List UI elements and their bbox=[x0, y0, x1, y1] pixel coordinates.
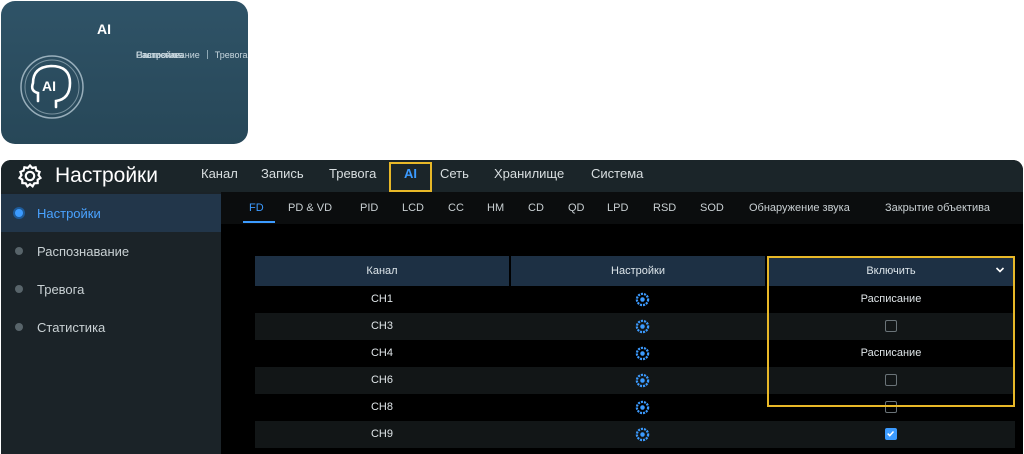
bullet-icon bbox=[15, 209, 23, 217]
tab-fd[interactable]: FD bbox=[249, 192, 264, 224]
gear-icon[interactable] bbox=[635, 292, 650, 307]
ai-head-icon: AI bbox=[20, 55, 84, 119]
sidebar-item-statistics[interactable]: Статистика bbox=[1, 308, 221, 346]
sidebar-item-label: Настройки bbox=[37, 205, 101, 221]
tab-cc[interactable]: CC bbox=[448, 192, 464, 224]
page-title: Настройки bbox=[55, 164, 158, 187]
gear-icon[interactable] bbox=[635, 319, 650, 334]
checkmark-icon bbox=[887, 430, 895, 437]
gear-icon bbox=[17, 163, 43, 188]
channel-cell: CH8 bbox=[370, 401, 393, 413]
nav-system[interactable]: Система bbox=[591, 160, 643, 192]
sidebar-item-label: Статистика bbox=[37, 319, 106, 335]
channel-cell: CH6 bbox=[370, 374, 393, 386]
tab-rsd[interactable]: RSD bbox=[653, 192, 676, 224]
channel-cell: CH3 bbox=[370, 320, 393, 332]
sidebar-item-recognition[interactable]: Распознавание bbox=[1, 232, 221, 270]
highlight-enable-column bbox=[767, 256, 1015, 407]
tab-hm[interactable]: HM bbox=[487, 192, 504, 224]
bullet-icon bbox=[15, 247, 23, 255]
tab-pid[interactable]: PID bbox=[360, 192, 378, 224]
ai-feature-tile[interactable]: AI AI Настройки Распознавание Тревога Ст… bbox=[1, 1, 248, 144]
bullet-icon bbox=[15, 285, 23, 293]
gear-icon[interactable] bbox=[635, 427, 650, 442]
channel-cell: CH9 bbox=[370, 428, 393, 440]
tab-lpd[interactable]: LPD bbox=[607, 192, 628, 224]
tab-qd[interactable]: QD bbox=[568, 192, 585, 224]
sidebar-item-settings[interactable]: Настройки bbox=[1, 194, 221, 232]
tab-lcd[interactable]: LCD bbox=[402, 192, 424, 224]
nav-alarm[interactable]: Тревога bbox=[329, 160, 376, 192]
ai-tile-title: AI bbox=[97, 21, 111, 37]
gear-icon[interactable] bbox=[635, 346, 650, 361]
tab-lens-cover[interactable]: Закрытие объектива bbox=[885, 192, 990, 224]
table-row: CH9 bbox=[255, 421, 1015, 448]
sidebar-item-alarm[interactable]: Тревога bbox=[1, 270, 221, 308]
nav-storage[interactable]: Хранилище bbox=[494, 160, 564, 192]
nav-record[interactable]: Запись bbox=[261, 160, 304, 192]
top-bar: Настройки Канал Запись Тревога AI Сеть Х… bbox=[1, 160, 1023, 192]
channel-cell: CH1 bbox=[370, 293, 393, 305]
enable-checkbox-checked[interactable] bbox=[885, 428, 897, 440]
gear-icon[interactable] bbox=[635, 400, 650, 415]
ai-link-statistics[interactable]: Статистика bbox=[136, 46, 183, 64]
column-header-settings: Настройки bbox=[611, 265, 665, 277]
ai-logo-text: AI bbox=[42, 78, 56, 94]
detection-tabs: FD PD & VD PID LCD CC HM CD QD LPD RSD S… bbox=[221, 192, 1023, 224]
sidebar-item-label: Распознавание bbox=[37, 243, 130, 259]
highlight-ai-tab bbox=[389, 162, 432, 192]
nav-channel[interactable]: Канал bbox=[201, 160, 238, 192]
sidebar-item-label: Тревога bbox=[37, 281, 85, 297]
active-tab-underline bbox=[243, 221, 275, 223]
column-header-channel: Канал bbox=[366, 265, 398, 277]
channel-cell: CH4 bbox=[370, 347, 393, 359]
tab-cd[interactable]: CD bbox=[528, 192, 544, 224]
gear-icon[interactable] bbox=[635, 373, 650, 388]
tab-sod[interactable]: SOD bbox=[700, 192, 724, 224]
nav-network[interactable]: Сеть bbox=[440, 160, 469, 192]
bullet-icon bbox=[15, 323, 23, 331]
tab-pd-vd[interactable]: PD & VD bbox=[288, 192, 332, 224]
sidebar: Настройки Распознавание Тревога Статисти… bbox=[1, 192, 221, 454]
tab-sound-detection[interactable]: Обнаружение звука bbox=[749, 192, 850, 224]
